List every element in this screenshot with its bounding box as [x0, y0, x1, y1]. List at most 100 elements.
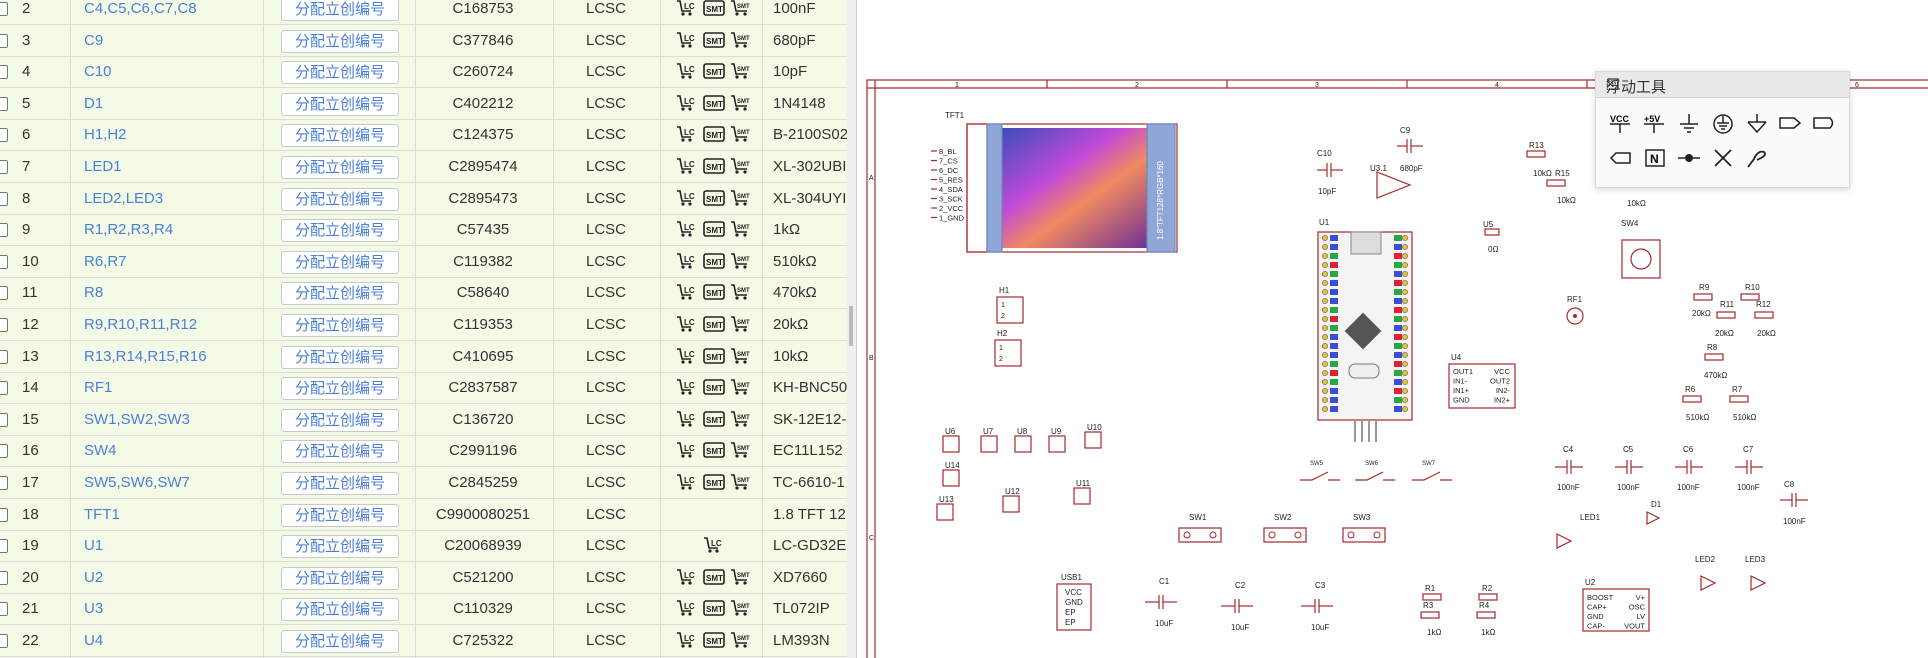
cart-smt-icon[interactable]: SMT [730, 630, 752, 650]
row-checkbox[interactable] [0, 160, 8, 174]
designator-link[interactable]: R6,R7 [84, 246, 127, 277]
smt-icon[interactable]: SMT [703, 346, 725, 366]
row-checkbox[interactable] [0, 65, 8, 80]
cart-smt-icon[interactable]: SMT [730, 124, 752, 144]
cart-lc-icon[interactable]: LC [676, 346, 698, 366]
cart-smt-icon[interactable]: SMT [730, 567, 752, 587]
table-row[interactable]: 22 U4 分配立创编号 C725322 LCSC LC SMT SMT LM393N [0, 625, 847, 657]
cart-lc-icon[interactable]: LC [676, 440, 698, 460]
designator-link[interactable]: R8 [84, 277, 103, 308]
designator-link[interactable]: TFT1 [84, 499, 120, 530]
table-row[interactable]: 17 SW5,SW6,SW7 分配立创编号 C2845259 LCSC LC SMT SMT T… [0, 467, 847, 499]
row-checkbox[interactable] [0, 602, 8, 617]
row-checkbox[interactable] [0, 539, 8, 554]
analog-ground-icon[interactable] [1742, 110, 1772, 136]
smt-icon[interactable]: SMT [703, 124, 725, 144]
cart-smt-icon[interactable]: SMT [730, 377, 752, 397]
row-checkbox[interactable] [0, 254, 8, 269]
cart-smt-icon[interactable]: SMT [730, 0, 752, 18]
cart-smt-icon[interactable]: SMT [730, 282, 752, 302]
cart-lc-icon[interactable]: LC [676, 0, 698, 18]
assign-lcsc-button[interactable]: 分配立创编号 [281, 440, 399, 464]
port-bidirectional-icon[interactable] [1810, 110, 1840, 136]
table-row[interactable]: 16 SW4 分配立创编号 C2991196 LCSC LC SMT SMT EC11L152 [0, 435, 847, 468]
probe-icon[interactable] [1742, 145, 1772, 171]
assign-lcsc-button[interactable]: 分配立创编号 [281, 219, 399, 243]
plus5v-icon[interactable]: +5V [1640, 110, 1670, 136]
assign-lcsc-button[interactable]: 分配立创编号 [281, 29, 399, 53]
cart-lc-icon[interactable]: LC [676, 61, 698, 81]
floating-toolbar-titlebar[interactable]: 浮动工具 ❐ × [1596, 72, 1849, 98]
smt-icon[interactable]: SMT [703, 440, 725, 460]
assign-lcsc-button[interactable]: 分配立创编号 [281, 187, 399, 211]
cart-smt-icon[interactable]: SMT [730, 346, 752, 366]
assign-lcsc-button[interactable]: 分配立创编号 [281, 566, 399, 590]
close-icon[interactable]: × [1606, 76, 1615, 93]
table-row[interactable]: 13 R13,R14,R15,R16 分配立创编号 C410695 LCSC LC SMT S… [0, 341, 847, 373]
designator-link[interactable]: SW5,SW6,SW7 [84, 467, 190, 498]
table-row[interactable]: 8 LED2,LED3 分配立创编号 C2895473 LCSC LC SMT SMT XL-3… [0, 183, 847, 215]
smt-icon[interactable]: SMT [703, 251, 725, 271]
smt-icon[interactable]: SMT [703, 567, 725, 587]
cart-lc-icon[interactable]: LC [676, 282, 698, 302]
table-row[interactable]: 4 C10 分配立创编号 C260724 LCSC LC SMT SMT 10pF [0, 56, 847, 89]
assign-lcsc-button[interactable]: 分配立创编号 [281, 408, 399, 432]
assign-lcsc-button[interactable]: 分配立创编号 [281, 535, 399, 559]
cart-lc-icon[interactable]: LC [676, 598, 698, 618]
smt-icon[interactable]: SMT [703, 377, 725, 397]
cart-lc-icon[interactable]: LC [676, 314, 698, 334]
net-label-icon[interactable]: N [1640, 145, 1670, 171]
designator-link[interactable]: R13,R14,R15,R16 [84, 341, 207, 372]
cart-smt-icon[interactable]: SMT [730, 61, 752, 81]
designator-link[interactable]: SW4 [84, 435, 117, 466]
row-checkbox[interactable] [0, 96, 8, 111]
cart-smt-icon[interactable]: SMT [730, 409, 752, 429]
table-row[interactable]: 5 D1 分配立创编号 C402212 LCSC LC SMT SMT 1N4148 [0, 88, 847, 120]
designator-link[interactable]: C9 [84, 25, 103, 56]
vcc-icon[interactable]: VCC [1606, 110, 1636, 136]
assign-lcsc-button[interactable]: 分配立创编号 [281, 0, 399, 21]
cart-smt-icon[interactable]: SMT [730, 30, 752, 50]
smt-icon[interactable]: SMT [703, 188, 725, 208]
row-checkbox[interactable] [0, 381, 8, 396]
assign-lcsc-button[interactable]: 分配立创编号 [281, 472, 399, 495]
table-row[interactable]: 18 TFT1 分配立创编号 C9900080251 LCSC 1.8 TFT 12 [0, 499, 847, 531]
cart-smt-icon[interactable]: SMT [730, 472, 752, 492]
panel-splitter[interactable] [847, 0, 857, 658]
row-checkbox[interactable] [0, 2, 8, 16]
smt-icon[interactable]: SMT [703, 30, 725, 50]
cart-lc-icon[interactable]: LC [676, 156, 698, 176]
cart-smt-icon[interactable]: SMT [730, 251, 752, 271]
no-connect-icon[interactable] [1708, 145, 1738, 171]
table-row[interactable]: 3 C9 分配立创编号 C377846 LCSC LC SMT SMT 680pF [0, 25, 847, 57]
row-checkbox[interactable] [0, 191, 8, 206]
designator-link[interactable]: C4,C5,C6,C7,C8 [84, 0, 197, 24]
cart-lc-icon[interactable]: LC [703, 535, 725, 555]
cart-lc-icon[interactable]: LC [676, 188, 698, 208]
row-checkbox[interactable] [0, 33, 8, 48]
port-input-icon[interactable] [1606, 145, 1636, 171]
cart-smt-icon[interactable]: SMT [730, 314, 752, 334]
cart-smt-icon[interactable]: SMT [730, 93, 752, 113]
designator-link[interactable]: U3 [84, 593, 103, 624]
ground-icon[interactable] [1674, 110, 1704, 136]
assign-lcsc-button[interactable]: 分配立创编号 [281, 156, 399, 179]
cart-lc-icon[interactable]: LC [676, 630, 698, 650]
assign-lcsc-button[interactable]: 分配立创编号 [281, 250, 399, 274]
smt-icon[interactable]: SMT [703, 156, 725, 176]
designator-link[interactable]: R1,R2,R3,R4 [84, 214, 173, 245]
smt-icon[interactable]: SMT [703, 93, 725, 113]
cart-lc-icon[interactable]: LC [676, 251, 698, 271]
designator-link[interactable]: SW1,SW2,SW3 [84, 404, 190, 435]
assign-lcsc-button[interactable]: 分配立创编号 [281, 314, 399, 337]
row-checkbox[interactable] [0, 507, 8, 522]
table-row[interactable]: 10 R6,R7 分配立创编号 C119382 LCSC LC SMT SMT 510kΩ [0, 246, 847, 278]
cart-lc-icon[interactable]: LC [676, 472, 698, 492]
designator-link[interactable]: H1,H2 [84, 119, 127, 150]
cart-lc-icon[interactable]: LC [676, 124, 698, 144]
assign-lcsc-button[interactable]: 分配立创编号 [281, 630, 399, 653]
cart-smt-icon[interactable]: SMT [730, 598, 752, 618]
smt-icon[interactable]: SMT [703, 409, 725, 429]
cart-lc-icon[interactable]: LC [676, 219, 698, 239]
cart-lc-icon[interactable]: LC [676, 409, 698, 429]
